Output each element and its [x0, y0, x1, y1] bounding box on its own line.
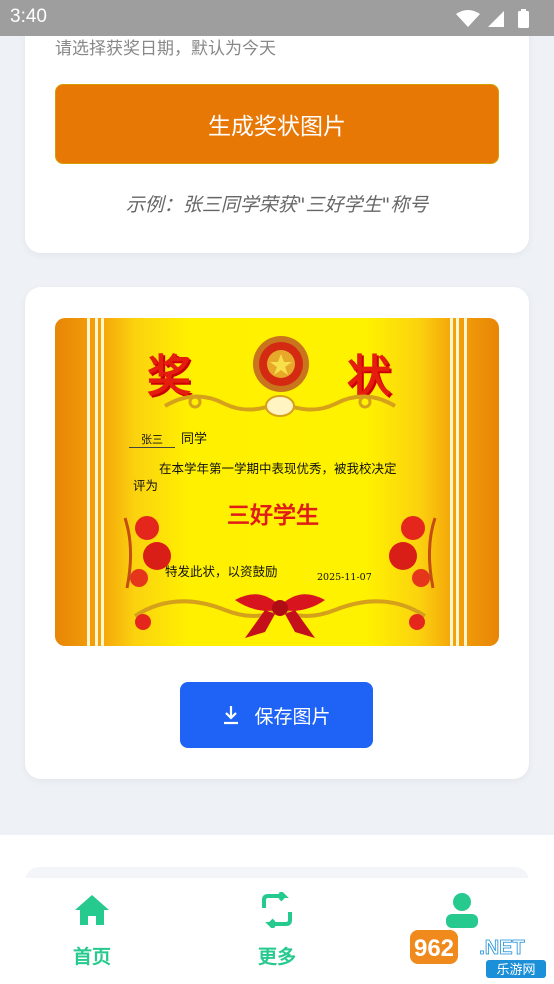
certificate-body-line1: 在本学年第一学期中表现优秀，被我校决定 — [159, 461, 397, 476]
save-image-label: 保存图片 — [254, 705, 331, 728]
student-suffix: 同学 — [181, 432, 208, 447]
generate-certificate-button[interactable]: 生成奖状图片 — [55, 84, 499, 164]
nav-item-home[interactable]: 首页 — [37, 892, 147, 969]
nav-item-more[interactable]: 更多 — [222, 892, 332, 969]
date-hint: 请选择获奖日期，默认为今天 — [55, 39, 276, 59]
svg-text:乐游网: 乐游网 — [496, 963, 535, 978]
status-bar: 3:40 — [0, 0, 554, 36]
watermark-logo: 962 .NET 乐游网 — [410, 930, 546, 978]
refresh-icon — [262, 892, 292, 928]
emblem-icon — [253, 336, 309, 392]
certificate-closing: 特发此状，以资鼓励 — [165, 564, 278, 579]
wifi-icon — [456, 10, 480, 27]
student-line: 张三 同学 — [129, 428, 207, 448]
example-text: 示例：张三同学荣获"三好学生"称号 — [125, 194, 429, 216]
download-icon — [224, 706, 239, 725]
battery-icon — [518, 9, 529, 28]
status-time: 3:40 — [10, 6, 47, 27]
award-form-card: 请选择获奖日期，默认为今天 生成奖状图片 示例：张三同学荣获"三好学生"称号 — [25, 0, 529, 253]
nav-label-home: 首页 — [72, 946, 111, 968]
status-icons — [454, 8, 544, 28]
signal-icon — [488, 11, 504, 27]
certificate-image: 奖 状 张三 同学 在本学年第一学期中表现优秀，被我校决定 评为 三好学生 特发… — [55, 318, 499, 646]
home-icon — [75, 895, 109, 925]
certificate-preview-card: 奖 状 张三 同学 在本学年第一学期中表现优秀，被我校决定 评为 三好学生 特发… — [25, 287, 529, 779]
svg-text:.NET: .NET — [479, 937, 525, 959]
student-name: 张三 — [129, 431, 175, 448]
bottom-ribbon-ornament — [133, 594, 427, 638]
svg-text:962: 962 — [414, 935, 454, 962]
save-image-button[interactable]: 保存图片 — [180, 682, 373, 748]
top-scroll-ornament — [163, 394, 397, 417]
certificate-body-line2: 评为 — [133, 478, 159, 493]
certificate-award: 三好学生 — [227, 502, 319, 529]
nav-label-more: 更多 — [257, 946, 296, 968]
profile-icon — [446, 893, 478, 928]
